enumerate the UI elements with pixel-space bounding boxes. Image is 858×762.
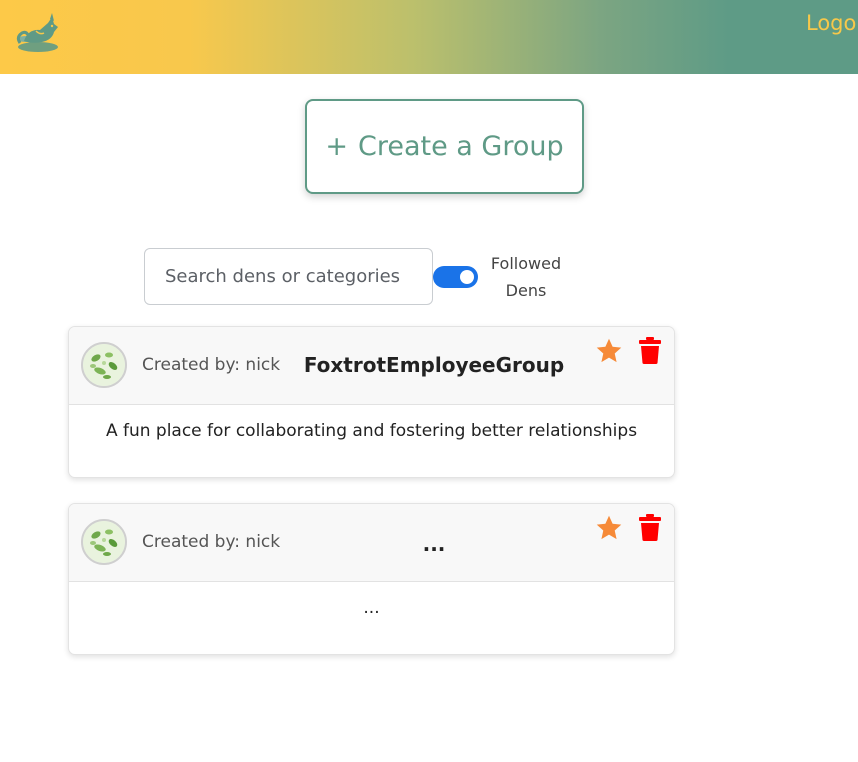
followed-dens-toggle[interactable] — [433, 266, 478, 288]
avatar — [81, 519, 127, 565]
group-description: A fun place for collaborating and foster… — [105, 421, 638, 441]
create-group-label: Create a Group — [358, 131, 564, 162]
group-description: ... — [363, 598, 380, 618]
logo-text[interactable]: Logo — [806, 11, 856, 35]
create-group-button[interactable]: + Create a Group — [305, 99, 584, 194]
group-card[interactable]: Created by: nick FoxtrotEmployeeGroup A … — [68, 326, 675, 478]
avatar — [81, 342, 127, 388]
star-icon[interactable] — [595, 337, 623, 365]
search-input[interactable] — [144, 248, 433, 305]
group-name[interactable]: FoxtrotEmployeeGroup — [269, 353, 599, 377]
plus-icon: + — [325, 131, 348, 162]
fox-logo-icon[interactable] — [14, 13, 62, 55]
top-header: Logo — [0, 0, 858, 74]
created-by-text: Created by: nick — [142, 355, 281, 375]
created-by-text: Created by: nick — [142, 532, 281, 552]
group-card[interactable]: Created by: nick ... ... — [68, 503, 675, 655]
followed-dens-label: Followed Dens — [490, 254, 562, 300]
trash-icon[interactable] — [639, 337, 661, 364]
trash-icon[interactable] — [639, 514, 661, 541]
group-card-header: Created by: nick FoxtrotEmployeeGroup — [69, 327, 674, 405]
star-icon[interactable] — [595, 514, 623, 542]
group-card-header: Created by: nick ... — [69, 504, 674, 582]
group-name[interactable]: ... — [269, 532, 599, 556]
toggle-knob — [460, 270, 474, 284]
